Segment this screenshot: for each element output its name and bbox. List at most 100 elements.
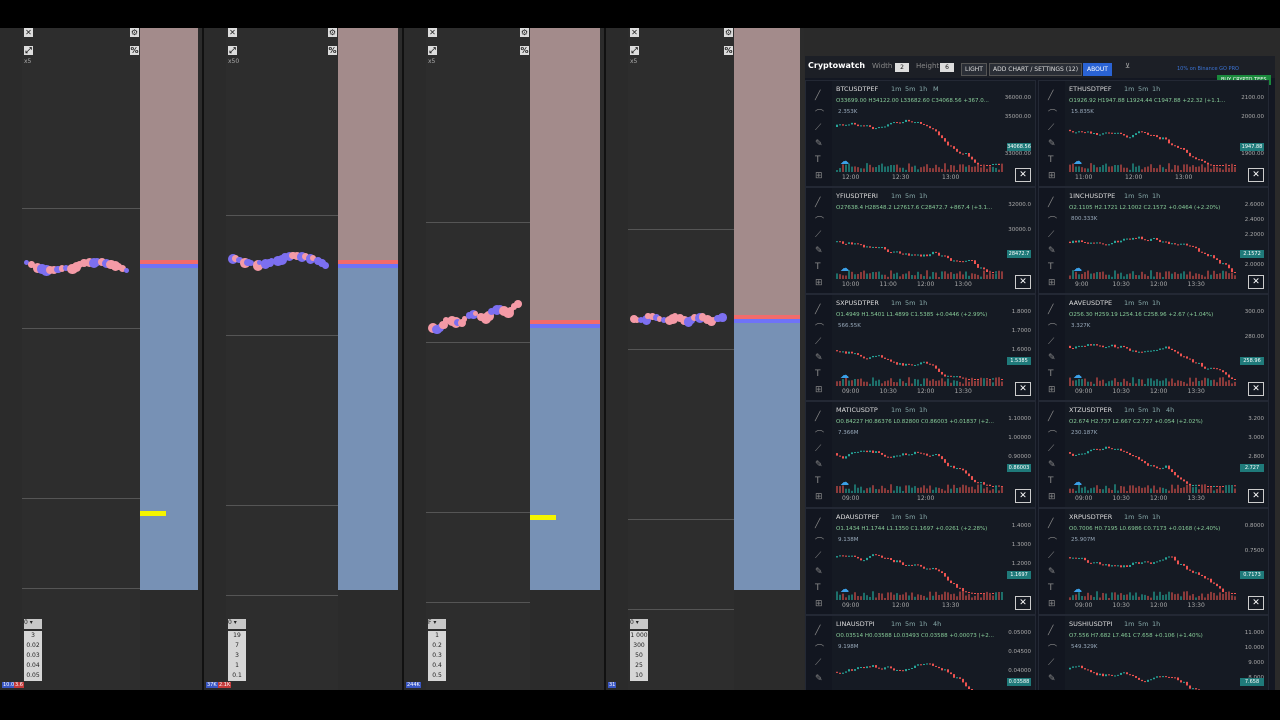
ladder-tick-chart[interactable] <box>226 28 338 690</box>
depth-options[interactable]: 1 0.2 0.3 0.4 0.5 <box>428 631 446 681</box>
candlestick-series[interactable] <box>836 642 1005 690</box>
timeframe-button[interactable]: 1m <box>1124 85 1134 93</box>
depth-selector[interactable]: 0 ▾ <box>24 619 42 629</box>
depth-selector[interactable]: 0 ▾ <box>228 619 246 629</box>
symbol-label[interactable]: XRPUSDTPER <box>1069 513 1112 521</box>
order-book-columns[interactable] <box>140 28 198 690</box>
price-axis[interactable]: 1.10000 1.00000 0.90000 0.86003 <box>1003 416 1035 493</box>
draw-tool-icon[interactable]: ✎ <box>1048 567 1056 577</box>
timeframe-button[interactable]: 1h <box>1152 406 1160 414</box>
chart-maticusdtp[interactable]: ╱ ⌒ ⟋ ✎ T ⊞ MATICUSDTP 1m 5m 1h O0.84227 H0.86376 … <box>805 401 1036 508</box>
symbol-label[interactable]: BTCUSDTPEF <box>836 85 878 93</box>
depth-option[interactable]: 300 <box>630 641 648 651</box>
close-chart-icon[interactable]: ✕ <box>1015 382 1031 396</box>
draw-tool-icon[interactable]: T <box>1048 155 1054 165</box>
depth-option[interactable]: 19 <box>228 631 246 641</box>
close-chart-icon[interactable]: ✕ <box>1015 596 1031 610</box>
time-axis[interactable]: 09:00 12:00 13:30 <box>836 602 1003 610</box>
percent-icon[interactable]: % <box>520 46 529 55</box>
depth-option[interactable]: 7 <box>228 641 246 651</box>
draw-tool-icon[interactable]: ⊞ <box>815 171 823 181</box>
order-book-columns[interactable] <box>338 28 398 690</box>
timeframe-button[interactable]: 4h <box>1166 406 1174 414</box>
chart-aaveusdtpe[interactable]: ╱ ⌒ ⟋ ✎ T ⊞ AAVEUSDTPE 1m 5m 1h O256.30 H259.19 L2… <box>1038 294 1269 401</box>
price-axis[interactable]: 1.4000 1.3000 1.2000 1.1697 <box>1003 523 1035 600</box>
draw-tool-icon[interactable]: ╱ <box>1048 626 1053 636</box>
cloud-icon[interactable]: ☁ <box>1073 479 1085 488</box>
timeframe-button[interactable]: 5m <box>905 85 915 93</box>
draw-tool-icon[interactable]: ⌒ <box>1048 321 1057 334</box>
cloud-icon[interactable]: ☁ <box>1073 158 1085 167</box>
price-axis[interactable]: 300.00 280.00 258.96 <box>1236 309 1268 386</box>
symbol-label[interactable]: SXPUSDTPER <box>836 299 879 307</box>
timeframe-button[interactable]: 5m <box>1138 299 1148 307</box>
depth-option[interactable]: 0.3 <box>428 651 446 661</box>
close-chart-icon[interactable]: ✕ <box>1248 596 1264 610</box>
draw-tool-icon[interactable]: ⌒ <box>815 642 824 655</box>
draw-tool-icon[interactable]: ╱ <box>1048 519 1053 529</box>
cloud-icon[interactable]: ☁ <box>840 265 852 274</box>
symbol-label[interactable]: MATICUSDTP <box>836 406 878 414</box>
order-book-columns[interactable] <box>734 28 800 690</box>
depth-option[interactable]: 0.02 <box>24 641 42 651</box>
symbol-label[interactable]: ETHUSDTPEF <box>1069 85 1112 93</box>
draw-tool-icon[interactable]: ✎ <box>815 139 823 149</box>
chart-yfiusdtperi[interactable]: ╱ ⌒ ⟋ ✎ T ⊞ YFIUSDTPERI 1m 5m 1h O27638.4 H28548.2… <box>805 187 1036 294</box>
symbol-label[interactable]: LINAUSDTPI <box>836 620 875 628</box>
draw-tool-icon[interactable]: ⟋ <box>1048 230 1054 240</box>
candlestick-series[interactable] <box>1069 642 1238 690</box>
timeframe-button[interactable]: 5m <box>905 299 915 307</box>
draw-tool-icon[interactable]: ⊞ <box>815 492 823 502</box>
depth-option[interactable]: 0.4 <box>428 661 446 671</box>
timeframe-button[interactable]: 1h <box>919 620 927 628</box>
draw-tool-icon[interactable]: ╱ <box>815 519 820 529</box>
draw-tool-icon[interactable]: ✎ <box>1048 460 1056 470</box>
depth-option[interactable]: 0.1 <box>228 671 246 681</box>
depth-option[interactable]: 3 <box>24 631 42 641</box>
draw-tool-icon[interactable]: ⟋ <box>815 658 821 668</box>
price-axis[interactable]: 2100.00 2000.00 1900.00 1947.88 <box>1236 95 1268 172</box>
timeframe-button[interactable]: 1m <box>1124 299 1134 307</box>
draw-tool-icon[interactable]: ⟋ <box>1048 551 1054 561</box>
close-chart-icon[interactable]: ✕ <box>1015 275 1031 289</box>
draw-tool-icon[interactable]: ⊞ <box>1048 278 1056 288</box>
symbol-label[interactable]: ADAUSDTPEF <box>836 513 879 521</box>
draw-tool-icon[interactable]: ⊞ <box>1048 492 1056 502</box>
timeframe-button[interactable]: 1h <box>919 85 927 93</box>
chart-sushiusdtpi[interactable]: ╱⌒⟋✎T⊞SUSHIUSDTPI1m5m1hO7.556 H7.682 L7.… <box>1038 615 1269 690</box>
timeframe-button[interactable]: 5m <box>905 406 915 414</box>
cloud-icon[interactable]: ☁ <box>1073 372 1085 381</box>
depth-option[interactable]: 1 <box>428 631 446 641</box>
height-input[interactable]: 6 <box>940 63 954 72</box>
cloud-icon[interactable]: ☁ <box>840 372 852 381</box>
close-icon[interactable]: ✕ <box>630 28 639 37</box>
draw-tool-icon[interactable]: ⌒ <box>1048 428 1057 441</box>
draw-tool-icon[interactable]: ⌒ <box>815 428 824 441</box>
depth-option[interactable]: 1 <box>228 661 246 671</box>
time-axis[interactable]: 09:00 10:30 12:00 13:30 <box>1069 602 1236 610</box>
time-axis[interactable]: 12:00 12:30 13:00 <box>836 174 1003 182</box>
depth-option[interactable]: 0.03 <box>24 651 42 661</box>
cryptowatch-logo[interactable]: Cryptowatch <box>808 61 865 70</box>
draw-tool-icon[interactable]: ⊞ <box>815 599 823 609</box>
expand-icon[interactable]: ⤢ <box>228 46 237 55</box>
timeframe-button[interactable]: 1h <box>919 513 927 521</box>
close-icon[interactable]: ✕ <box>24 28 33 37</box>
draw-tool-icon[interactable]: ✎ <box>1048 353 1056 363</box>
timeframe-button[interactable]: M <box>933 85 939 93</box>
cloud-icon[interactable]: ☁ <box>840 586 852 595</box>
draw-tool-icon[interactable]: ╱ <box>815 305 820 315</box>
depth-option[interactable]: 0.05 <box>24 671 42 681</box>
cloud-icon[interactable]: ☁ <box>840 479 852 488</box>
timeframe-button[interactable]: 1m <box>891 406 901 414</box>
timeframe-button[interactable]: 5m <box>1138 85 1148 93</box>
time-axis[interactable]: 09:00 10:30 12:00 13:30 <box>1069 495 1236 503</box>
timeframe-button[interactable]: 1m <box>891 85 901 93</box>
draw-tool-icon[interactable]: ╱ <box>815 198 820 208</box>
timeframe-button[interactable]: 1m <box>1124 406 1134 414</box>
settings-icon[interactable]: ⚙ <box>130 28 139 37</box>
draw-tool-icon[interactable]: T <box>1048 583 1054 593</box>
timeframe-button[interactable]: 5m <box>1138 192 1148 200</box>
expand-icon[interactable]: ⤢ <box>24 46 33 55</box>
price-axis[interactable]: 3.200 3.000 2.800 2.727 <box>1236 416 1268 493</box>
